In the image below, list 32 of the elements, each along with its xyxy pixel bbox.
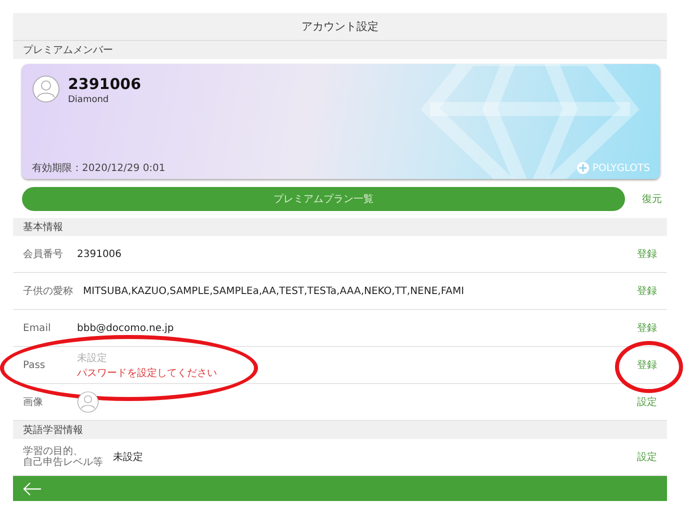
member-id: 2391006 [68,75,142,93]
row-action-link[interactable]: 登録 [637,284,657,298]
row-action-link[interactable]: 登録 [637,247,657,261]
premium-plans-button[interactable]: プレミアムプラン一覧 [22,187,625,211]
back-arrow-icon[interactable] [22,482,42,496]
field-label: 画像 [23,396,44,408]
row-action-link[interactable]: 登録 [637,358,657,372]
logo-icon [577,162,590,174]
field-value: 未設定 [77,352,108,364]
field-label: 子供の愛称 [23,286,73,296]
section-header: 英語学習情報 [13,421,667,439]
field-value: bbb@docomo.ne.jp [77,322,175,334]
expiry-date: 有効期限：2020/12/29 0:01 [32,162,166,175]
section-header: 基本情報 [13,218,667,236]
field-value: 未設定 [113,450,144,464]
field-label: 会員番号 [23,248,64,260]
avatar-icon [32,75,60,103]
avatar-icon [77,391,99,413]
row-action-link[interactable]: 設定 [637,395,657,409]
section-header: プレミアムメンバー [13,41,667,59]
field-label: Email [23,322,52,334]
field-label: Pass [23,360,46,370]
window-title: アカウント設定 [13,13,667,41]
field-label: 学習の目的、 自己申告レベル等 [23,446,103,468]
restore-link[interactable]: 復元 [642,192,662,206]
brand-name: POLYGLOTS [592,162,650,174]
field-value: MITSUBA,KAZUO,SAMPLE,SAMPLEa,AA,TEST,TESTa,AAA,NEKO,TT,NENE,FAMI [83,286,466,296]
row-action-link[interactable]: 設定 [637,450,657,464]
field-value: 2391006 [77,248,123,260]
rank-label: Diamond [68,95,110,105]
hint-text: パスワードを設定してください [77,366,218,380]
row-action-link[interactable]: 登録 [637,321,657,335]
